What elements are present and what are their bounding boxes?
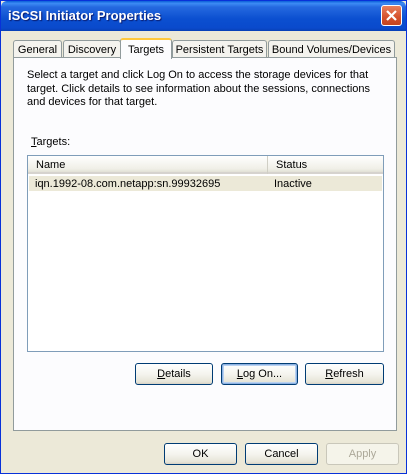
- cancel-button[interactable]: Cancel: [245, 443, 318, 465]
- details-button[interactable]: Details: [135, 363, 213, 385]
- column-header-status[interactable]: Status: [267, 156, 383, 174]
- refresh-mnemonic: R: [325, 368, 334, 380]
- targets-panel: Select a target and click Log On to acce…: [13, 57, 397, 431]
- column-header-name[interactable]: Name: [28, 156, 267, 174]
- tab-bound-volumes-devices[interactable]: Bound Volumes/Devices: [268, 40, 395, 58]
- close-button[interactable]: [381, 5, 402, 26]
- details-mnemonic: D: [157, 368, 166, 380]
- description-text: Select a target and click Log On to acce…: [27, 69, 371, 108]
- ok-button[interactable]: OK: [164, 443, 237, 465]
- window-title: iSCSI Initiator Properties: [8, 8, 162, 23]
- close-icon: [386, 10, 397, 21]
- refresh-button[interactable]: Refresh: [305, 363, 384, 385]
- tab-discovery[interactable]: Discovery: [63, 40, 121, 58]
- tab-general[interactable]: General: [13, 40, 62, 58]
- title-bar[interactable]: iSCSI Initiator Properties: [1, 1, 406, 31]
- targets-label-text: argets:: [36, 136, 71, 148]
- refresh-label: efresh: [333, 368, 364, 380]
- list-header: Name Status: [28, 156, 383, 174]
- tab-persistent-targets[interactable]: Persistent Targets: [172, 40, 267, 58]
- apply-button[interactable]: Apply: [326, 443, 399, 465]
- tab-targets[interactable]: Targets: [120, 38, 172, 59]
- tab-strip: General Discovery Targets Persistent Tar…: [13, 38, 398, 59]
- target-status-cell: Inactive: [274, 177, 312, 190]
- details-label: etails: [165, 368, 191, 380]
- logon-button[interactable]: Log On...: [221, 363, 298, 385]
- dialog-window: iSCSI Initiator Properties General Disco…: [0, 0, 407, 474]
- table-row[interactable]: iqn.1992-08.com.netapp:sn.99932695 Inact…: [29, 176, 382, 191]
- targets-label: Targets:: [31, 136, 70, 148]
- target-name-cell: iqn.1992-08.com.netapp:sn.99932695: [35, 177, 221, 190]
- targets-list[interactable]: Name Status iqn.1992-08.com.netapp:sn.99…: [27, 155, 384, 352]
- logon-label: og On...: [242, 368, 283, 380]
